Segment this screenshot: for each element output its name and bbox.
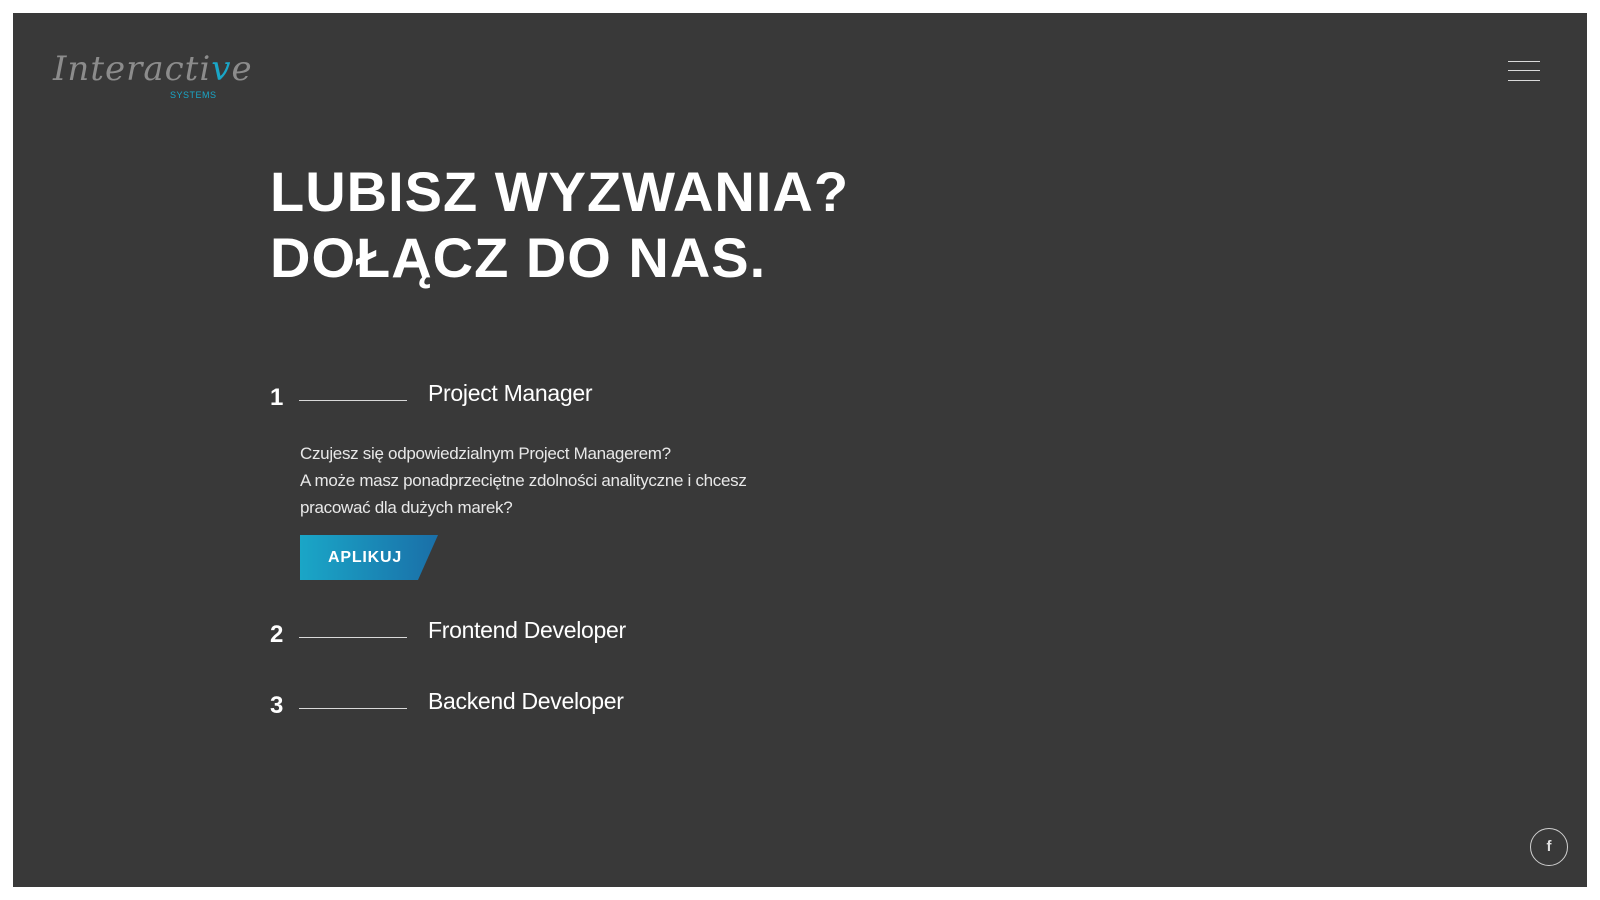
hamburger-icon[interactable] (1508, 61, 1540, 87)
job-number: 2 (270, 621, 284, 648)
page-title: LUBISZ WYZWANIA? DOŁĄCZ DO NAS. (270, 159, 849, 291)
job-title[interactable]: Frontend Developer (428, 617, 626, 644)
facebook-icon[interactable]: f (1530, 828, 1568, 866)
headline-line-1: LUBISZ WYZWANIA? (270, 160, 850, 223)
job-divider-line (299, 400, 407, 401)
logo-wordmark: Interactive (53, 49, 253, 89)
job-number: 3 (270, 692, 284, 719)
page-frame: Interactive SYSTEMS LUBISZ WYZWANIA? DOŁ… (13, 13, 1587, 887)
job-description: Czujesz się odpowiedzialnym Project Mana… (300, 444, 747, 517)
apply-button[interactable]: APLIKUJ (300, 535, 438, 580)
logo-subtitle: SYSTEMS (170, 90, 217, 100)
apply-button-label: APLIKUJ (328, 549, 403, 566)
job-divider-line (299, 708, 407, 709)
facebook-glyph: f (1546, 838, 1552, 855)
headline-line-2: DOŁĄCZ DO NAS. (270, 226, 767, 289)
job-divider-line (299, 637, 407, 638)
job-title[interactable]: Backend Developer (428, 688, 624, 715)
logo[interactable]: Interactive SYSTEMS (53, 49, 252, 109)
job-number: 1 (270, 384, 284, 411)
job-title[interactable]: Project Manager (428, 380, 593, 407)
